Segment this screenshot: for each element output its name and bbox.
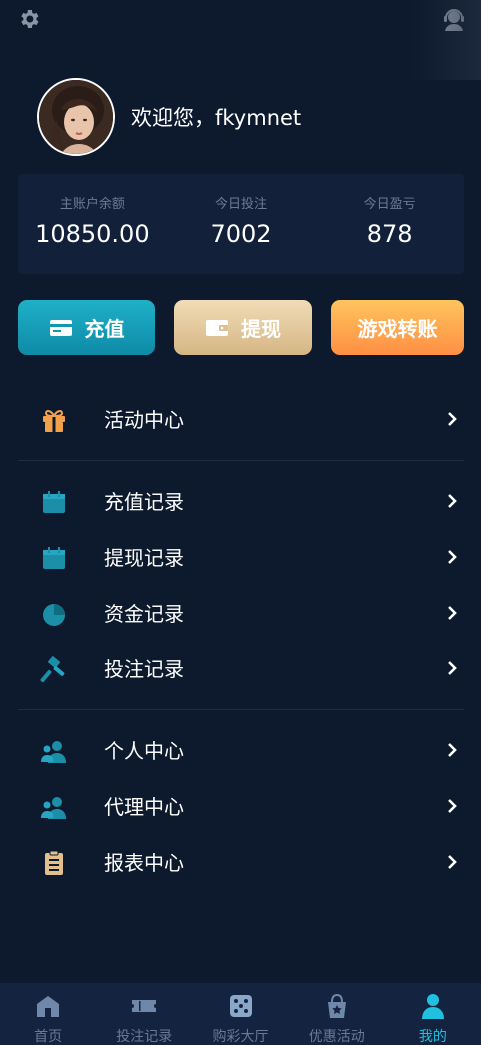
users-icon — [41, 741, 66, 763]
calendar-icon — [43, 491, 65, 513]
user-icon — [421, 994, 444, 1019]
menu-item-fund-records[interactable]: 资金记录 — [18, 585, 464, 641]
settings-gear-icon[interactable] — [17, 7, 41, 31]
users-icon — [41, 797, 66, 819]
chevron-right-icon — [448, 606, 457, 620]
tab-label: 优惠活动 — [308, 1029, 365, 1045]
chevron-right-icon — [448, 550, 457, 564]
stat-balance: 主账户余额 10850.00 — [18, 174, 167, 274]
menu-item-agent-center[interactable]: 代理中心 — [18, 778, 464, 834]
my-account-page: 欢迎您，fkymnet 主账户余额 10850.00 今日投注 7002 今日盈… — [0, 0, 481, 1045]
tab-label: 我的 — [418, 1029, 447, 1045]
stat-value: 10850.00 — [35, 220, 150, 248]
recharge-label: 充值 — [84, 317, 125, 341]
menu-label: 提现记录 — [104, 546, 184, 570]
calendar-icon — [43, 547, 65, 569]
tab-label: 投注记录 — [116, 1029, 173, 1045]
withdraw-label: 提现 — [241, 317, 281, 341]
menu-label: 资金记录 — [104, 602, 184, 626]
menu-label: 个人中心 — [104, 739, 184, 763]
account-stats-card: 主账户余额 10850.00 今日投注 7002 今日盈亏 878 — [18, 174, 464, 274]
tab-label: 首页 — [34, 1029, 63, 1045]
chevron-right-icon — [448, 661, 457, 675]
menu-label: 投注记录 — [104, 657, 184, 681]
dice-icon — [229, 995, 252, 1017]
quick-actions: 充值 提现 游戏转账 — [18, 300, 464, 355]
tab-promotions[interactable]: 优惠活动 — [289, 983, 385, 1045]
stat-label: 今日盈亏 — [363, 197, 416, 212]
tab-home[interactable]: 首页 — [0, 983, 96, 1045]
withdraw-button[interactable]: 提现 — [174, 300, 312, 355]
tab-label: 购彩大厅 — [212, 1029, 269, 1045]
wallet-icon — [206, 319, 228, 336]
game-transfer-label: 游戏转账 — [357, 317, 438, 341]
profile-header: 欢迎您，fkymnet — [37, 78, 301, 156]
chevron-right-icon — [448, 412, 457, 426]
avatar-photo — [39, 80, 113, 154]
stat-label: 今日投注 — [215, 197, 268, 212]
menu-label: 充值记录 — [104, 490, 184, 514]
menu-item-recharge-records[interactable]: 充值记录 — [18, 473, 464, 529]
menu-label: 报表中心 — [104, 851, 184, 875]
home-icon — [37, 996, 60, 1017]
divider — [18, 460, 464, 461]
stat-today-bets: 今日投注 7002 — [167, 174, 316, 274]
tab-lottery-hall[interactable]: 购彩大厅 — [192, 983, 288, 1045]
gavel-icon — [40, 656, 65, 683]
avatar[interactable] — [37, 78, 115, 156]
menu-label: 活动中心 — [104, 408, 184, 432]
stat-label: 主账户余额 — [59, 197, 125, 212]
menu-label: 代理中心 — [104, 795, 184, 819]
menu-item-withdraw-records[interactable]: 提现记录 — [18, 529, 464, 585]
stat-value: 878 — [366, 220, 413, 248]
customer-service-icon[interactable] — [441, 6, 467, 32]
game-transfer-button[interactable]: 游戏转账 — [331, 300, 464, 355]
ticket-icon — [132, 1000, 157, 1012]
tab-my-account[interactable]: 我的 — [385, 983, 481, 1045]
card-icon — [49, 319, 72, 336]
welcome-text: 欢迎您，fkymnet — [131, 106, 302, 130]
bottom-tab-bar: 首页 投注记录 购彩大厅 优惠活动 我的 — [0, 983, 481, 1045]
recharge-button[interactable]: 充值 — [18, 300, 155, 355]
stat-value: 7002 — [210, 220, 272, 248]
tab-bet-records[interactable]: 投注记录 — [96, 983, 192, 1045]
divider — [18, 709, 464, 710]
top-bar — [0, 0, 481, 80]
chevron-right-icon — [448, 855, 457, 869]
stat-today-profit: 今日盈亏 878 — [315, 174, 464, 274]
gift-icon — [43, 410, 65, 432]
chevron-right-icon — [448, 743, 457, 757]
pie-chart-icon — [43, 604, 65, 626]
gift-bag-icon — [327, 993, 346, 1018]
clipboard-icon — [45, 850, 63, 875]
menu-item-report-center[interactable]: 报表中心 — [18, 834, 464, 890]
menu-item-personal-center[interactable]: 个人中心 — [18, 722, 464, 778]
menu-item-activity-center[interactable]: 活动中心 — [18, 391, 464, 447]
chevron-right-icon — [448, 494, 457, 508]
menu-item-bet-records[interactable]: 投注记录 — [18, 640, 464, 696]
chevron-right-icon — [448, 799, 457, 813]
